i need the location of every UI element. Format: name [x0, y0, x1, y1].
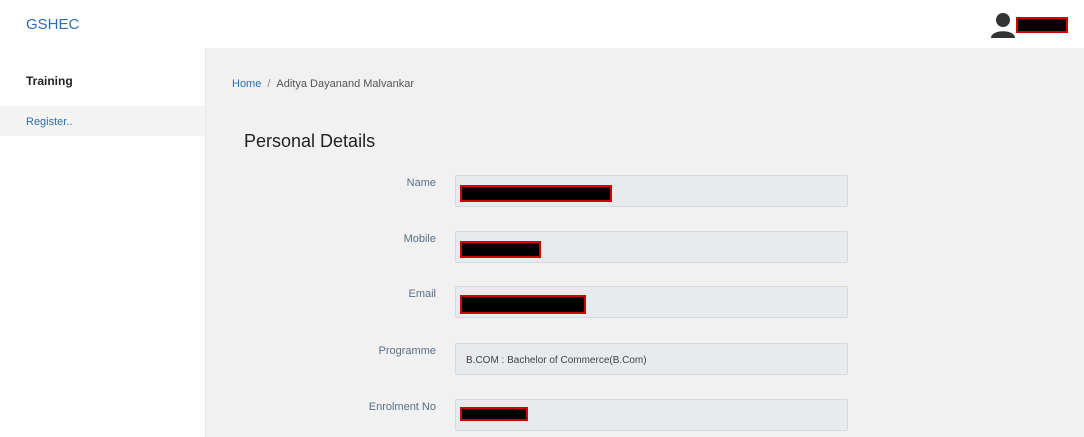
form-row-enrolment: Enrolment No — [206, 399, 1084, 433]
breadcrumb-current: Aditya Dayanand Malvankar — [276, 78, 414, 90]
field-label-mobile: Mobile — [403, 233, 436, 245]
mobile-field[interactable] — [455, 231, 848, 263]
user-name-redacted[interactable] — [1016, 17, 1068, 33]
field-label-name: Name — [406, 177, 436, 189]
programme-value: B.COM : Bachelor of Commerce(B.Com) — [466, 355, 647, 366]
sidebar-heading: Training — [26, 74, 73, 88]
brand-link[interactable]: GSHEC — [26, 16, 79, 33]
top-navbar: GSHEC — [0, 0, 1084, 48]
mobile-redacted — [460, 241, 541, 258]
field-label-email: Email — [408, 288, 436, 300]
form-row-email: Email — [206, 286, 1084, 320]
name-redacted — [460, 185, 612, 202]
email-redacted — [460, 295, 586, 314]
page-title: Personal Details — [244, 131, 376, 151]
field-label-programme: Programme — [378, 345, 436, 357]
field-label-enrolment: Enrolment No — [368, 401, 436, 413]
form-row-programme: Programme B.COM : Bachelor of Commerce(B… — [206, 343, 1084, 377]
breadcrumb-home-link[interactable]: Home — [232, 78, 261, 90]
sidebar-item-label[interactable]: Register.. — [26, 116, 72, 128]
breadcrumb: Home / Aditya Dayanand Malvankar — [232, 78, 414, 90]
name-field[interactable] — [455, 175, 848, 207]
form-row-name: Name — [206, 175, 1084, 209]
sidebar-item-register[interactable]: Register.. — [0, 106, 205, 136]
enrolment-no-field[interactable] — [455, 399, 848, 431]
enrolment-no-redacted — [460, 407, 528, 421]
sidebar: Training Register.. — [0, 48, 206, 437]
form-row-mobile: Mobile — [206, 231, 1084, 265]
main-content: Home / Aditya Dayanand Malvankar Persona… — [206, 48, 1084, 437]
user-avatar-icon[interactable] — [990, 11, 1016, 39]
programme-field[interactable]: B.COM : Bachelor of Commerce(B.Com) — [455, 343, 848, 375]
breadcrumb-separator: / — [267, 78, 271, 90]
email-field[interactable] — [455, 286, 848, 318]
user-menu[interactable] — [990, 10, 1068, 40]
